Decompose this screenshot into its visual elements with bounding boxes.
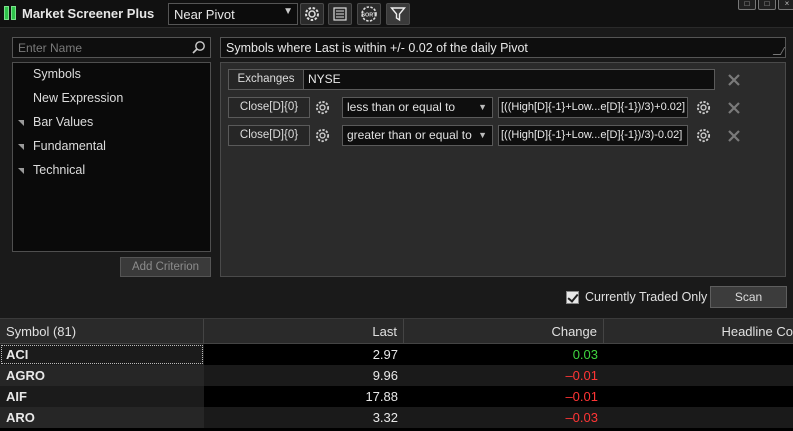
column-header-symbol[interactable]: Symbol (81) <box>0 319 204 344</box>
maximize-icon: □ <box>764 0 770 8</box>
exchanges-button[interactable]: Exchanges <box>228 69 304 90</box>
results-grid: Symbol (81) Last Change Headline Co ACI … <box>0 318 793 431</box>
tree-item-label: New Expression <box>33 91 124 105</box>
scan-button[interactable]: Scan <box>710 286 787 308</box>
currently-traded-label: Currently Traded Only <box>585 290 708 304</box>
table-row[interactable]: AGRO 9.96 –0.01 <box>0 365 793 386</box>
gear-icon <box>696 128 710 143</box>
gear-icon <box>696 100 710 115</box>
expression-settings-button[interactable] <box>693 97 713 118</box>
criterion-field-button[interactable]: Close[D]{0} <box>228 125 310 146</box>
currently-traded-toggle[interactable]: Currently Traded Only <box>566 290 707 304</box>
expression-settings-button[interactable] <box>693 125 713 146</box>
chevron-down-icon: ▼ <box>478 130 487 140</box>
headline-cell <box>604 386 793 407</box>
symbol-cell[interactable]: ACI <box>0 344 204 365</box>
exchanges-value-field[interactable]: NYSE <box>303 69 715 90</box>
tree-item-label: Technical <box>33 163 86 177</box>
description-field[interactable]: Symbols where Last is within +/- 0.02 of… <box>220 37 786 58</box>
change-cell: –0.01 <box>565 389 598 404</box>
tree-item-technical[interactable]: Technical <box>18 163 86 177</box>
tree-item-label: Fundamental <box>33 139 106 153</box>
close-icon: × <box>784 0 790 8</box>
description-text: Symbols where Last is within +/- 0.02 of… <box>226 41 528 55</box>
remove-criterion-button[interactable] <box>727 129 741 143</box>
remove-criterion-button[interactable] <box>727 101 741 115</box>
title-bar: Market Screener Plus Near Pivot ▼ SORT □… <box>0 0 793 28</box>
currently-traded-checkbox[interactable] <box>566 290 579 304</box>
tree-item-symbols[interactable]: Symbols <box>33 67 81 81</box>
column-header-last[interactable]: Last <box>204 319 404 344</box>
search-placeholder: Enter Name <box>18 41 83 55</box>
table-row[interactable]: ARO 3.32 –0.03 <box>0 407 793 428</box>
preset-dropdown[interactable]: Near Pivot ▼ <box>168 3 298 25</box>
grid-header: Symbol (81) Last Change Headline Co <box>0 319 793 344</box>
gear-icon <box>315 128 329 143</box>
chevron-down-icon: ▼ <box>478 102 487 112</box>
field-settings-button[interactable] <box>312 97 332 118</box>
last-cell: 2.97 <box>372 347 398 362</box>
expression-field[interactable]: [((High[D]{-1}+Low...e[D]{-1})/3)-0.02] <box>498 125 688 146</box>
change-cell: –0.03 <box>565 410 598 425</box>
change-cell: 0.03 <box>572 347 598 362</box>
resize-grip-icon[interactable] <box>772 47 786 55</box>
last-cell: 3.32 <box>372 410 398 425</box>
close-window-button[interactable]: × <box>778 0 793 10</box>
list-icon <box>333 7 347 21</box>
chevron-down-icon: ▼ <box>283 6 293 17</box>
symbol-cell[interactable]: ARO <box>0 407 204 428</box>
add-criterion-button[interactable]: Add Criterion <box>120 257 211 277</box>
settings-button[interactable] <box>300 3 324 25</box>
expand-arrow-icon[interactable] <box>18 168 24 174</box>
tree-item-label: Bar Values <box>33 115 94 129</box>
expression-field[interactable]: [((High[D]{-1}+Low...e[D]{-1})/3)+0.02] <box>498 97 688 118</box>
symbol-cell[interactable]: AGRO <box>0 365 204 386</box>
tree-item-label: Symbols <box>33 67 81 81</box>
column-header-change[interactable]: Change <box>404 319 604 344</box>
headline-cell <box>604 344 793 365</box>
expand-arrow-icon[interactable] <box>18 120 24 126</box>
expand-arrow-icon[interactable] <box>18 144 24 150</box>
search-icon <box>192 41 205 54</box>
gear-icon <box>315 100 329 115</box>
table-row[interactable]: AIF 17.88 –0.01 <box>0 386 793 407</box>
restore-icon: □ <box>744 0 750 8</box>
last-cell: 9.96 <box>372 368 398 383</box>
headline-cell <box>604 407 793 428</box>
headline-cell <box>604 365 793 386</box>
search-input[interactable]: Enter Name <box>12 37 211 58</box>
change-cell: –0.01 <box>565 368 598 383</box>
tree-item-bar-values[interactable]: Bar Values <box>18 115 94 129</box>
maximize-window-button[interactable]: □ <box>758 0 776 10</box>
restore-window-button[interactable]: □ <box>738 0 756 10</box>
gear-icon <box>305 7 319 21</box>
tree-item-fundamental[interactable]: Fundamental <box>18 139 106 153</box>
tree-item-new-expression[interactable]: New Expression <box>33 91 123 105</box>
table-row[interactable]: ACI 2.97 0.03 <box>0 344 793 365</box>
symbol-cell[interactable]: AIF <box>0 386 204 407</box>
app-logo-icon <box>4 6 18 20</box>
filter-button[interactable] <box>386 3 410 25</box>
operator-dropdown[interactable]: greater than or equal to ▼ <box>342 125 493 146</box>
operator-dropdown[interactable]: less than or equal to ▼ <box>342 97 493 118</box>
sort-button[interactable]: SORT <box>357 3 381 25</box>
list-view-button[interactable] <box>328 3 352 25</box>
criteria-tree: Symbols New Expression Bar Values Fundam… <box>12 62 211 252</box>
sort-icon: SORT <box>361 6 377 22</box>
criteria-panel: Exchanges NYSE Close[D]{0} less than or … <box>220 62 786 277</box>
criterion-field-button[interactable]: Close[D]{0} <box>228 97 310 118</box>
sort-icon-label: SORT <box>361 13 377 19</box>
preset-value: Near Pivot <box>174 7 235 22</box>
operator-value: greater than or equal to <box>347 128 472 142</box>
column-header-headline[interactable]: Headline Co <box>604 319 793 344</box>
field-settings-button[interactable] <box>312 125 332 146</box>
last-cell: 17.88 <box>365 389 398 404</box>
app-title: Market Screener Plus <box>22 6 155 21</box>
filter-icon <box>390 7 406 22</box>
remove-exchange-button[interactable] <box>727 73 741 87</box>
operator-value: less than or equal to <box>347 100 456 114</box>
